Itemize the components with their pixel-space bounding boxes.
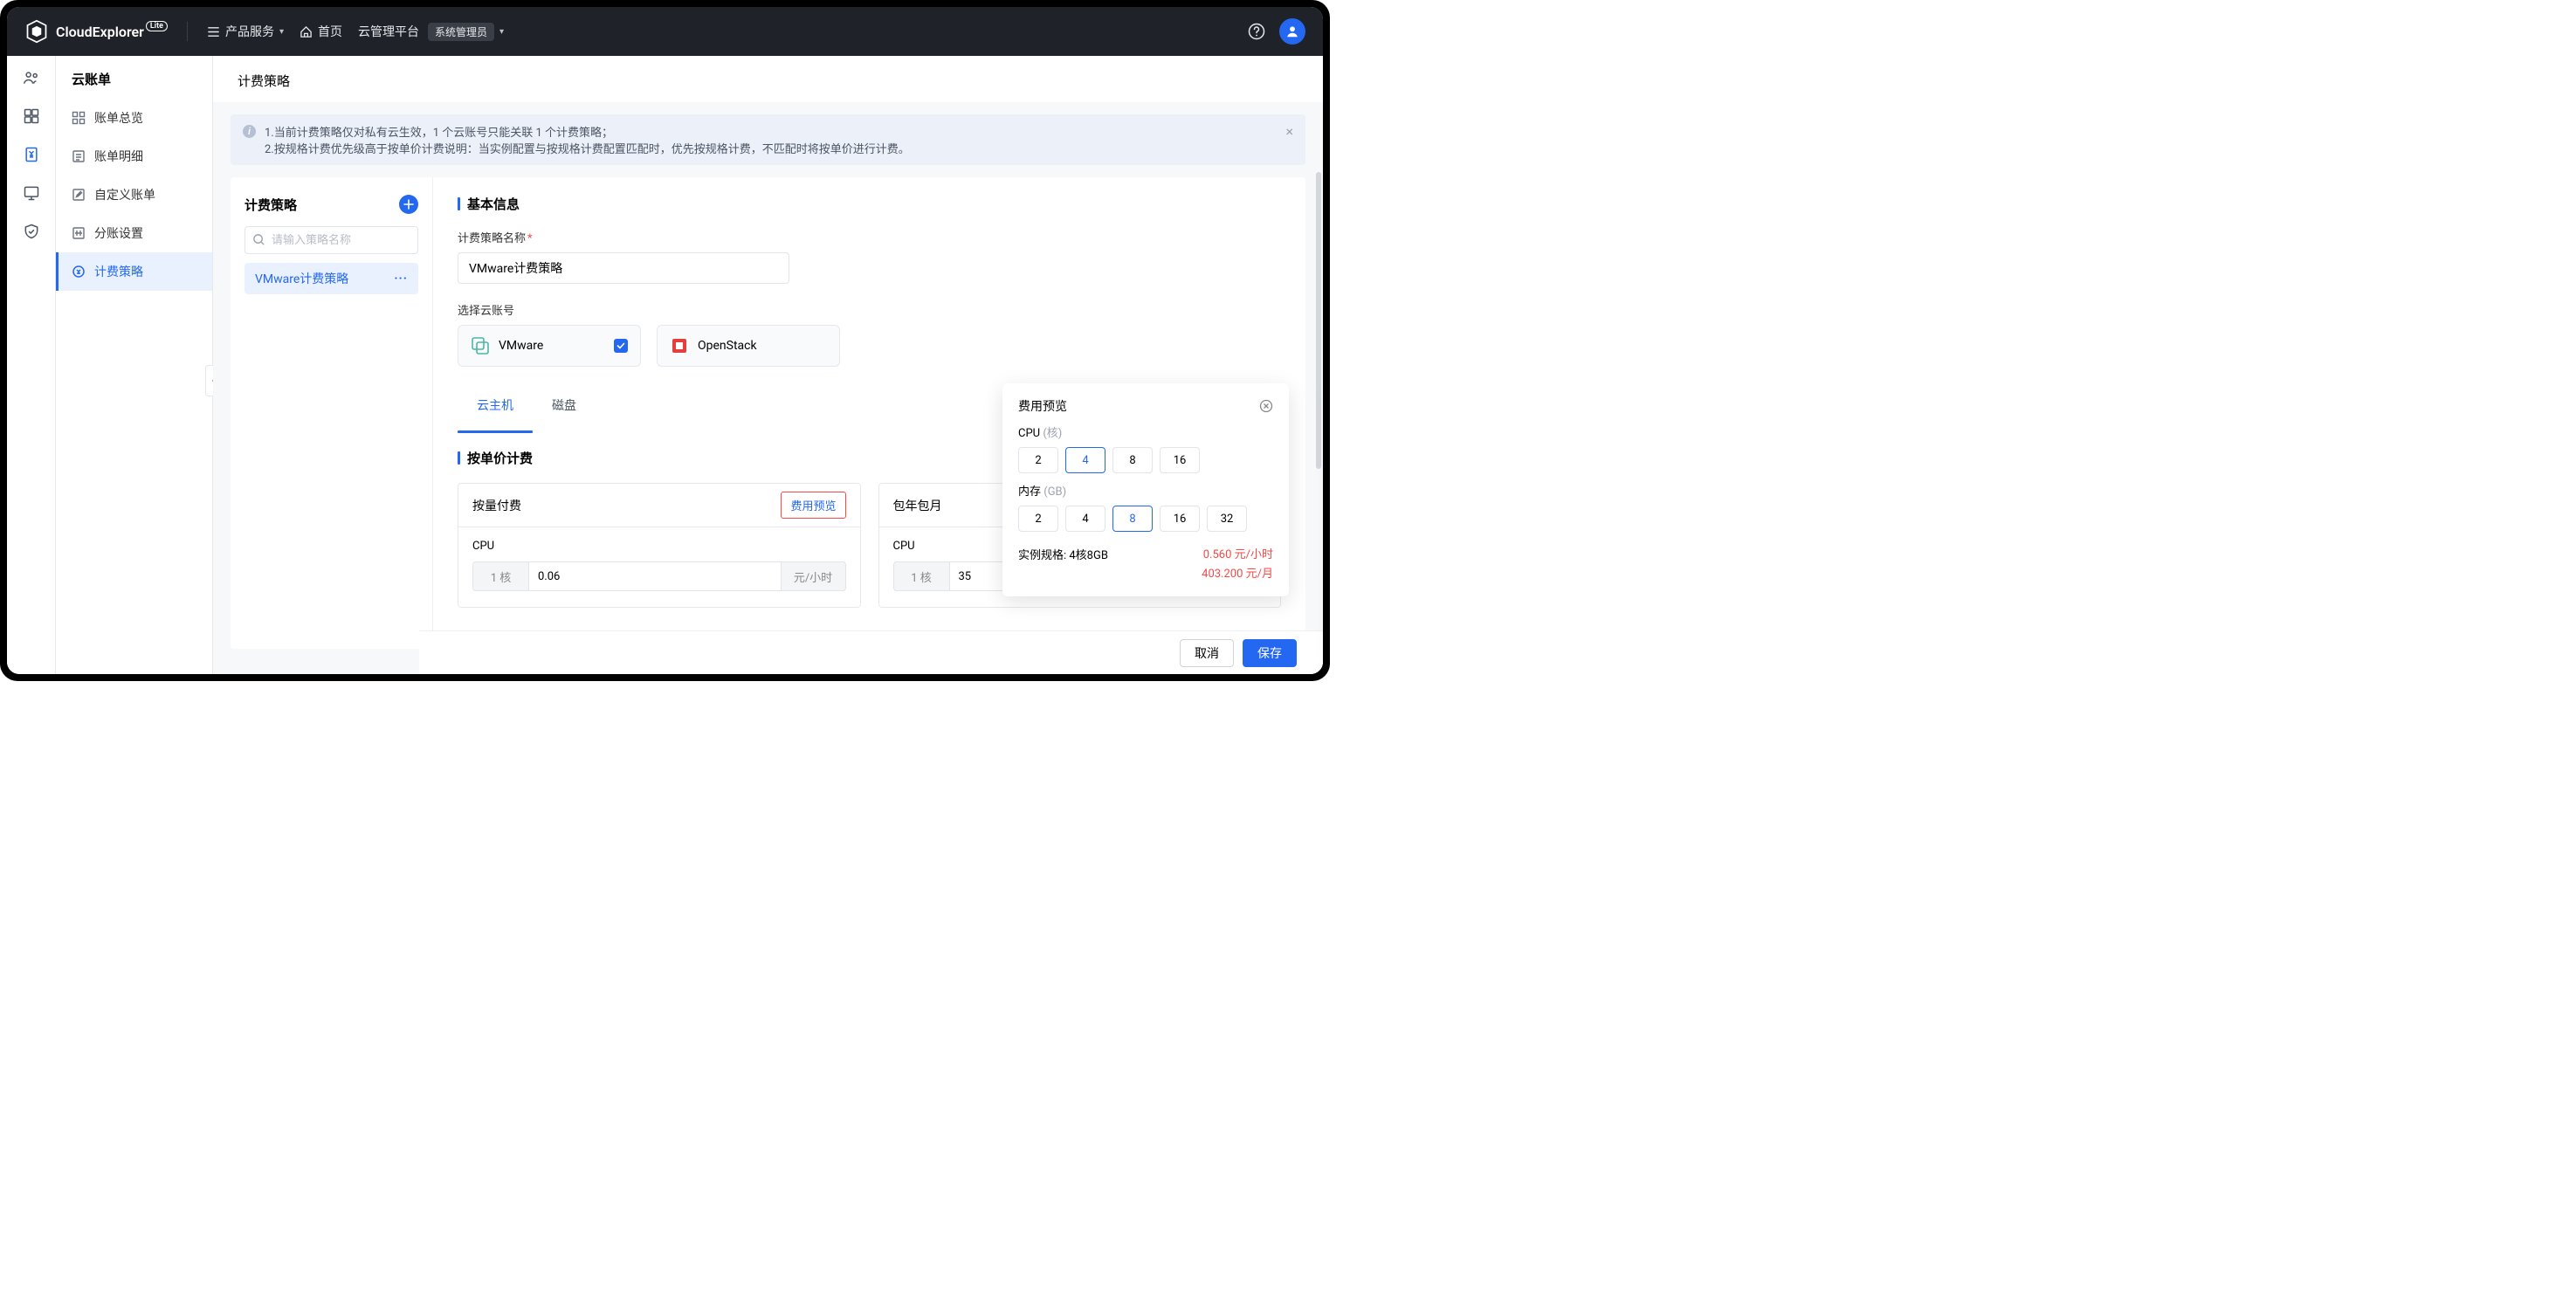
edit-icon bbox=[72, 188, 86, 202]
alert-line-2: 2.按规格计费优先级高于按单价计费说明：当实例配置与按规格计费配置匹配时，优先按… bbox=[265, 140, 910, 156]
tab-disk[interactable]: 磁盘 bbox=[533, 388, 596, 423]
info-alert: i 1.当前计费策略仅对私有云生效，1 个云账号只能关联 1 个计费策略； 2.… bbox=[231, 114, 1305, 165]
label-policy-name: 计费策略名称* bbox=[458, 229, 1281, 245]
spec-summary: 实例规格: 4核8GB bbox=[1018, 546, 1108, 562]
input-prefix-sub: 1 核 bbox=[894, 562, 950, 590]
tab-vm[interactable]: 云主机 bbox=[458, 388, 533, 423]
more-icon[interactable]: ··· bbox=[394, 272, 408, 286]
lite-badge: Lite bbox=[146, 21, 168, 31]
sidenav-item-pricing-policy[interactable]: 计费策略 bbox=[56, 252, 212, 291]
sidenav-item-custom[interactable]: 自定义账单 bbox=[56, 176, 212, 214]
cpu-opt[interactable]: 16 bbox=[1160, 447, 1200, 473]
save-button[interactable]: 保存 bbox=[1243, 639, 1297, 667]
scrollbar[interactable] bbox=[1316, 172, 1321, 469]
mem-options: 2 4 8 16 32 bbox=[1018, 506, 1273, 532]
search-icon bbox=[252, 233, 265, 246]
close-icon[interactable]: × bbox=[1285, 123, 1293, 140]
input-prefix-payg: 1 核 bbox=[473, 562, 529, 590]
rail-users-icon[interactable] bbox=[22, 68, 41, 87]
chevron-down-icon: ▾ bbox=[279, 27, 284, 37]
icon-rail bbox=[7, 56, 56, 674]
price-summary: 0.560 元/小时 403.200 元/月 bbox=[1202, 546, 1273, 584]
policy-icon bbox=[72, 265, 86, 279]
divider bbox=[187, 22, 188, 41]
chevron-down-icon: ▾ bbox=[499, 27, 504, 37]
user-icon bbox=[1285, 24, 1300, 39]
mem-opt-selected[interactable]: 8 bbox=[1112, 506, 1153, 532]
policy-list-title: 计费策略 bbox=[245, 196, 297, 214]
policy-name-input[interactable] bbox=[458, 252, 789, 284]
platform-selector[interactable]: 云管理平台 系统管理员 ▾ bbox=[358, 23, 504, 41]
rail-billing-icon[interactable] bbox=[22, 145, 41, 164]
mem-opt[interactable]: 4 bbox=[1065, 506, 1105, 532]
rail-monitor-icon[interactable] bbox=[22, 183, 41, 203]
input-suffix-payg: 元/小时 bbox=[781, 562, 845, 590]
home-icon bbox=[300, 25, 313, 38]
price-card-title-payg: 按量付费 bbox=[472, 497, 521, 514]
logo-icon bbox=[24, 19, 49, 44]
account-vmware[interactable]: VMware bbox=[458, 325, 641, 367]
price-card-payg: 按量付费 费用预览 CPU 1 核 元/小时 bbox=[458, 483, 861, 608]
cpu-price-input-payg[interactable] bbox=[529, 562, 781, 590]
nav-home[interactable]: 首页 bbox=[300, 23, 342, 40]
main-area: 计费策略 i 1.当前计费策略仅对私有云生效，1 个云账号只能关联 1 个计费策… bbox=[213, 56, 1323, 674]
policy-search-input[interactable] bbox=[245, 226, 418, 254]
checkbox-checked-icon bbox=[614, 339, 628, 353]
policy-item-selected[interactable]: VMware计费策略 ··· bbox=[245, 263, 418, 294]
price-card-title-sub: 包年包月 bbox=[893, 497, 942, 514]
cpu-opt[interactable]: 2 bbox=[1018, 447, 1058, 473]
section-basic-heading: 基本信息 bbox=[458, 195, 1281, 213]
logo[interactable]: CloudExplorerLite bbox=[24, 19, 168, 44]
sidenav-title: 云账单 bbox=[56, 56, 212, 99]
mem-opt[interactable]: 32 bbox=[1207, 506, 1247, 532]
openstack-icon bbox=[670, 336, 689, 355]
policy-list: 计费策略 VMware计费策略 ··· bbox=[231, 177, 433, 649]
role-tag: 系统管理员 bbox=[428, 23, 494, 41]
cpu-label-payg: CPU bbox=[472, 540, 846, 553]
action-bar: 取消 保存 bbox=[419, 630, 1323, 674]
avatar[interactable] bbox=[1279, 18, 1305, 45]
policy-form: 基本信息 计费策略名称* 选择云账号 VMware bbox=[433, 177, 1305, 649]
plus-icon bbox=[403, 199, 414, 210]
tab-underline bbox=[458, 430, 533, 433]
mem-opt[interactable]: 2 bbox=[1018, 506, 1058, 532]
sidenav-item-split[interactable]: 分账设置 bbox=[56, 214, 212, 252]
top-bar: CloudExplorerLite 产品服务▾ 首页 云管理平台 系统管理员 ▾ bbox=[7, 7, 1323, 56]
sidenav-item-detail[interactable]: 账单明细 bbox=[56, 137, 212, 176]
preview-button-payg[interactable]: 费用预览 bbox=[781, 492, 845, 519]
rail-security-icon[interactable] bbox=[22, 222, 41, 241]
cpu-opt-selected[interactable]: 4 bbox=[1065, 447, 1105, 473]
page-title: 计费策略 bbox=[213, 56, 1323, 102]
logo-text: CloudExplorer bbox=[56, 24, 144, 40]
cpu-options: 2 4 8 16 bbox=[1018, 447, 1273, 473]
close-icon[interactable] bbox=[1259, 399, 1273, 413]
side-nav: 云账单 账单总览 账单明细 自定义账单 分账设置 计费策略 ‹ bbox=[56, 56, 213, 674]
detail-icon bbox=[72, 149, 86, 163]
split-icon bbox=[72, 226, 86, 240]
add-policy-button[interactable] bbox=[399, 195, 418, 214]
label-cloud-account: 选择云账号 bbox=[458, 301, 1281, 318]
info-icon: i bbox=[243, 125, 256, 138]
alert-line-1: 1.当前计费策略仅对私有云生效，1 个云账号只能关联 1 个计费策略； bbox=[265, 123, 910, 140]
cost-preview-popover-left: 费用预览 CPU (核) 2 4 8 16 内存 ( bbox=[1002, 383, 1289, 596]
cpu-opt[interactable]: 8 bbox=[1112, 447, 1153, 473]
list-icon bbox=[207, 25, 220, 38]
account-openstack[interactable]: OpenStack bbox=[657, 325, 840, 367]
help-icon[interactable] bbox=[1248, 23, 1265, 40]
rail-db-icon[interactable] bbox=[22, 107, 41, 126]
grid-icon bbox=[72, 111, 86, 125]
vmware-icon bbox=[471, 336, 490, 355]
popover-title: 费用预览 bbox=[1018, 397, 1067, 415]
cancel-button[interactable]: 取消 bbox=[1180, 639, 1234, 667]
sidenav-item-overview[interactable]: 账单总览 bbox=[56, 99, 212, 137]
nav-products[interactable]: 产品服务▾ bbox=[207, 23, 284, 40]
mem-opt[interactable]: 16 bbox=[1160, 506, 1200, 532]
